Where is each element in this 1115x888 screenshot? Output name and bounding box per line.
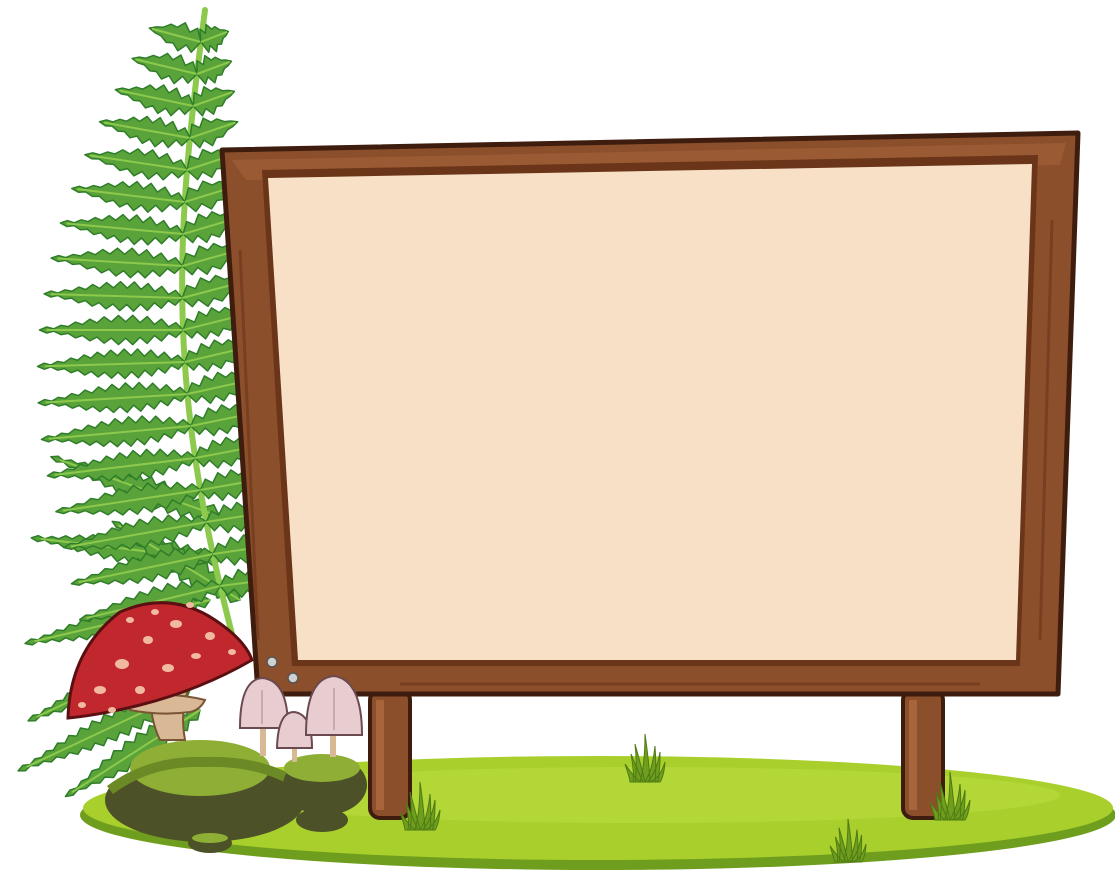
board-panel — [268, 164, 1032, 660]
scene-illustration — [17, 7, 1115, 870]
nail-icon — [287, 672, 299, 684]
wooden-signboard — [219, 130, 1081, 697]
nail-icon — [266, 656, 278, 668]
